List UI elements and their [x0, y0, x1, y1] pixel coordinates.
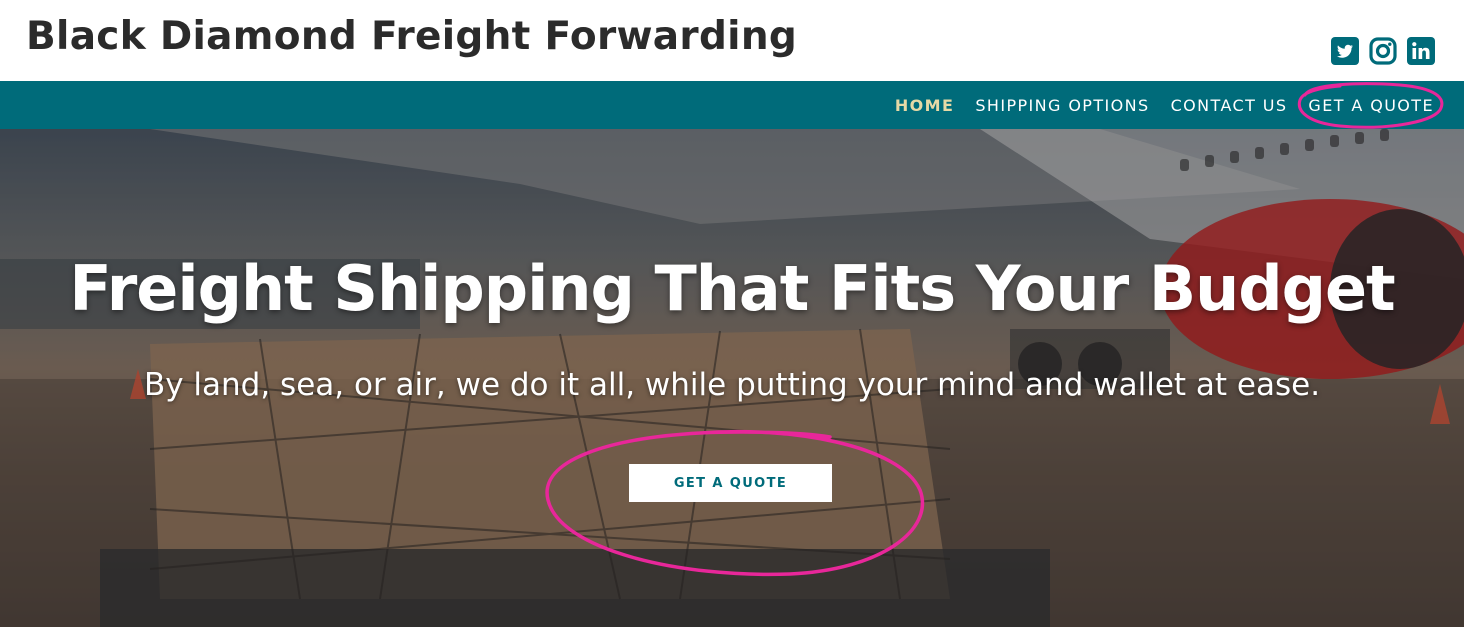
hero-section: Freight Shipping That Fits Your Budget B… — [0, 129, 1464, 627]
site-title[interactable]: Black Diamond Freight Forwarding — [26, 14, 797, 59]
linkedin-icon[interactable] — [1407, 37, 1435, 65]
nav-item-get-a-quote[interactable]: GET A QUOTE — [1308, 96, 1434, 115]
main-nav: HOME SHIPPING OPTIONS CONTACT US GET A Q… — [0, 81, 1464, 129]
nav-item-home[interactable]: HOME — [895, 96, 954, 115]
nav-item-shipping-options[interactable]: SHIPPING OPTIONS — [975, 96, 1149, 115]
twitter-icon[interactable] — [1331, 37, 1359, 65]
site-header: Black Diamond Freight Forwarding — [0, 0, 1464, 81]
get-a-quote-button[interactable]: GET A QUOTE — [629, 464, 832, 502]
nav-item-contact-us[interactable]: CONTACT US — [1171, 96, 1288, 115]
instagram-icon[interactable] — [1369, 37, 1397, 65]
hero-headline: Freight Shipping That Fits Your Budget — [69, 252, 1395, 325]
nav-list: HOME SHIPPING OPTIONS CONTACT US GET A Q… — [895, 81, 1434, 129]
hero-subheadline: By land, sea, or air, we do it all, whil… — [143, 367, 1321, 403]
social-links — [1331, 37, 1435, 65]
